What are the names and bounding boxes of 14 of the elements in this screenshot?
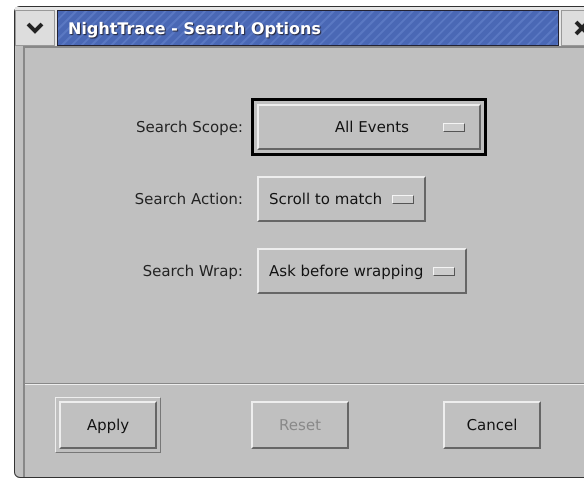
option-menu[interactable]: Scroll to match: [257, 176, 426, 222]
option-menu[interactable]: Ask before wrapping: [257, 248, 468, 294]
window-title: NightTrace - Search Options: [57, 10, 559, 46]
option-menu[interactable]: All Events: [257, 104, 481, 150]
dialog-button[interactable]: Apply: [59, 401, 157, 449]
field-label: Search Wrap:: [142, 262, 243, 280]
option-indicator-icon: [392, 194, 414, 204]
window-menu-button[interactable]: [15, 10, 55, 46]
dialog-button[interactable]: Cancel: [443, 401, 541, 449]
chevron-down-icon: [26, 22, 44, 34]
option-indicator-icon: [433, 266, 456, 276]
field-label: Search Scope:: [136, 118, 243, 136]
option-indicator-icon: [443, 122, 465, 132]
field-label: Search Action:: [134, 190, 243, 208]
